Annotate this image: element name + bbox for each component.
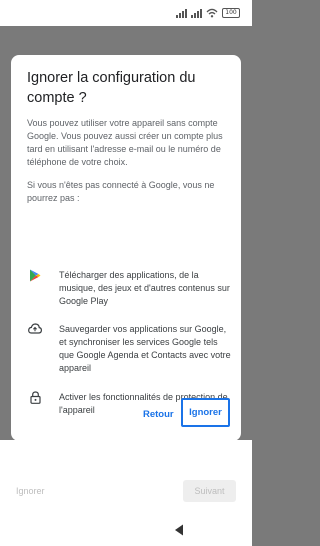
navigation-bar (0, 516, 252, 546)
wifi-icon (206, 8, 218, 18)
feature-item-backup: Sauvegarder vos applications sur Google,… (27, 323, 233, 375)
google-play-icon (30, 269, 41, 282)
footer-skip-button[interactable]: Ignorer (16, 486, 45, 496)
footer-next-button[interactable]: Suivant (183, 480, 236, 502)
dialog-subtitle: Si vous n'êtes pas connecté à Google, vo… (27, 180, 215, 203)
feature-text: Sauvegarder vos applications sur Google,… (59, 324, 231, 373)
skip-button[interactable]: Ignorer (181, 398, 230, 427)
dialog-actions: Retour Ignorer (11, 391, 241, 441)
dialog-body: Vous pouvez utiliser votre appareil sans… (27, 118, 223, 167)
battery-icon: 100 (222, 8, 240, 18)
feature-item-google-play: Télécharger des applications, de la musi… (27, 269, 233, 308)
skip-setup-dialog: Ignorer la configuration du compte ? Vou… (11, 55, 241, 441)
back-button[interactable]: Retour (143, 409, 174, 420)
back-icon[interactable] (174, 524, 184, 536)
cloud-upload-icon (28, 323, 42, 334)
status-bar: 100 (0, 0, 252, 26)
dialog-title: Ignorer la configuration du compte ? (27, 70, 196, 106)
signal-icon (176, 8, 187, 18)
feature-text: Télécharger des applications, de la musi… (59, 270, 230, 306)
signal-icon (191, 8, 202, 18)
